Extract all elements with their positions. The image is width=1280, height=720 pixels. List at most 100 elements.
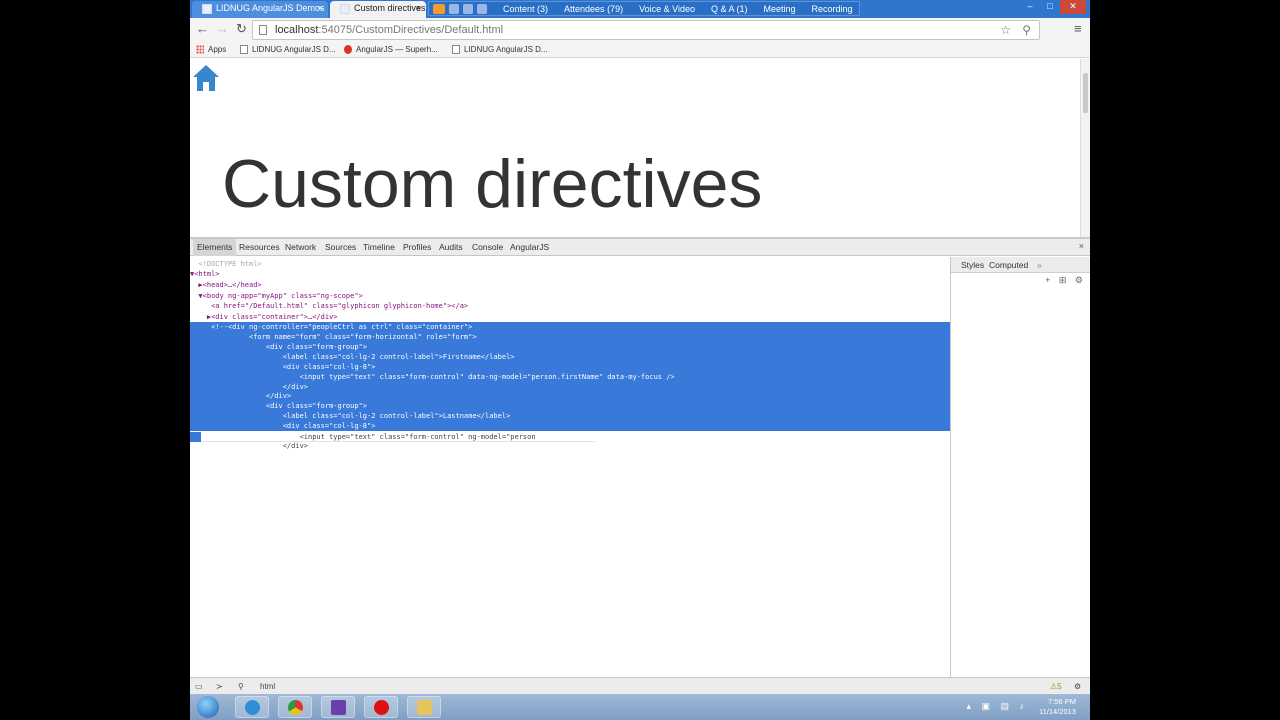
taskbar-chrome[interactable]: [278, 696, 312, 718]
dom-comment-line[interactable]: <label class="col-lg-2 control-label">Fi…: [190, 352, 950, 362]
bookmark-label: LIDNUG AngularJS D...: [464, 45, 548, 54]
taskbar-visual-studio[interactable]: [321, 696, 355, 718]
tab-resources[interactable]: Resources: [239, 242, 280, 252]
dom-comment-line[interactable]: <form name="form" class="form-horizontal…: [190, 332, 950, 342]
styles-toolbar-icons[interactable]: + ⊞ ⚙: [1045, 275, 1086, 286]
dom-node[interactable]: <!DOCTYPE html>: [190, 259, 950, 269]
bookmark-lidnug-1[interactable]: LIDNUG AngularJS D...: [240, 45, 336, 54]
bookmark-label: AngularJS — Superh...: [356, 45, 438, 54]
apps-icon: [196, 45, 204, 54]
system-tray-icons[interactable]: ▴ ▣ ▤ ♪: [966, 701, 1028, 712]
tab-angularjs[interactable]: AngularJS: [510, 242, 549, 252]
dom-node[interactable]: <a href="/Default.html" class="glyphicon…: [190, 301, 950, 311]
tab-profiles[interactable]: Profiles: [403, 242, 431, 252]
dom-comment-line[interactable]: <div class="col-lg-8">: [190, 421, 950, 431]
console-drawer-icon[interactable]: ≻: [216, 682, 223, 691]
dom-comment-line[interactable]: </div>: [190, 391, 950, 401]
elements-tree[interactable]: <!DOCTYPE html> ▼<html> ▶<head>…</head> …: [190, 257, 950, 677]
dom-comment-line[interactable]: <!--<div ng-controller="peopleCtrl as ct…: [190, 322, 950, 332]
close-window-button[interactable]: ✕: [1060, 0, 1086, 14]
styles-pane: Styles Computed » + ⊞ ⚙: [950, 257, 1090, 677]
devtools-panel: Elements Resources Network Sources Timel…: [190, 237, 1090, 696]
browser-window: LIDNUG AngularJS Demos × Custom directiv…: [190, 0, 1090, 720]
start-button[interactable]: [197, 696, 219, 718]
close-tab-icon[interactable]: ×: [416, 1, 421, 16]
search-icon[interactable]: ⚲: [238, 682, 244, 691]
dom-node[interactable]: ▼<body ng-app="myApp" class="ng-scope">: [190, 291, 950, 301]
dom-comment-line[interactable]: <label class="col-lg-2 control-label">La…: [190, 411, 950, 421]
taskbar-explorer[interactable]: [407, 696, 441, 718]
dom-comment-line[interactable]: <div class="form-group">: [190, 342, 950, 352]
back-button[interactable]: ←: [196, 21, 209, 36]
dock-icon[interactable]: ▭: [195, 682, 203, 691]
taskbar-ie[interactable]: [235, 696, 269, 718]
tab-custom-directives[interactable]: Custom directives ×: [330, 1, 426, 18]
clock[interactable]: 7:56 PM 11/14/2013: [1039, 697, 1076, 717]
reload-button[interactable]: ↻: [236, 21, 247, 37]
tab-styles[interactable]: Styles: [961, 260, 984, 270]
webinar-recording[interactable]: Recording: [812, 4, 853, 14]
bookmark-apps[interactable]: Apps: [196, 45, 226, 54]
webinar-qa[interactable]: Q & A (1): [711, 4, 748, 14]
scrollbar-thumb[interactable]: [1083, 73, 1088, 113]
chrome-icon: [288, 700, 303, 715]
dom-node[interactable]: ▶<head>…</head>: [190, 280, 950, 290]
devtools-close-icon[interactable]: ×: [1079, 241, 1084, 251]
tab-timeline[interactable]: Timeline: [363, 242, 395, 252]
bookmark-lidnug-2[interactable]: LIDNUG AngularJS D...: [452, 45, 548, 54]
close-tab-icon[interactable]: ×: [318, 1, 323, 16]
maximize-button[interactable]: □: [1040, 0, 1060, 14]
webinar-share-icon[interactable]: [477, 3, 487, 14]
webinar-meeting[interactable]: Meeting: [763, 4, 795, 14]
dom-node[interactable]: ▼<html>: [190, 269, 950, 279]
webinar-arrow-icon[interactable]: [449, 3, 459, 14]
clock-date: 11/14/2013: [1039, 707, 1076, 716]
folder-icon: [417, 700, 432, 715]
webinar-pause-icon[interactable]: [463, 3, 473, 14]
opera-icon: [374, 700, 389, 715]
breadcrumb-html[interactable]: html: [260, 682, 275, 691]
gear-icon[interactable]: ⚙: [1074, 682, 1081, 691]
tab-console[interactable]: Console: [472, 242, 503, 252]
dom-comment-line[interactable]: <div class="col-lg-8">: [190, 362, 950, 372]
tab-computed[interactable]: Computed: [989, 260, 1028, 270]
tab-elements[interactable]: Elements: [193, 239, 237, 256]
tab-lidnug-demos[interactable]: LIDNUG AngularJS Demos ×: [192, 1, 328, 18]
dom-comment-line[interactable]: <div class="form-group">: [190, 401, 950, 411]
webinar-content[interactable]: Content (3): [503, 4, 548, 14]
menu-button[interactable]: ≡: [1074, 21, 1082, 36]
star-icon[interactable]: ☆: [1000, 21, 1011, 39]
bookmark-label: LIDNUG AngularJS D...: [252, 45, 336, 54]
forward-button[interactable]: →: [216, 21, 229, 36]
page-icon: [259, 25, 267, 35]
webinar-attendees[interactable]: Attendees (79): [564, 4, 623, 14]
webinar-toolbar: Content (3) Attendees (79) Voice & Video…: [428, 1, 860, 16]
dom-edit-line[interactable]: </div>: [190, 441, 950, 451]
tab-network[interactable]: Network: [285, 242, 316, 252]
taskbar-opera[interactable]: [364, 696, 398, 718]
visual-studio-icon: [331, 700, 346, 715]
warnings-badge[interactable]: ⚠5: [1050, 682, 1062, 691]
tab-sources[interactable]: Sources: [325, 242, 356, 252]
webinar-app-icon[interactable]: [433, 3, 445, 14]
tab-audits[interactable]: Audits: [439, 242, 463, 252]
home-icon[interactable]: [192, 63, 220, 93]
more-tabs-icon[interactable]: »: [1037, 260, 1042, 270]
dom-node[interactable]: ▶<div class="container">…</div>: [190, 312, 950, 322]
url-path: :54075/CustomDirectives/Default.html: [318, 24, 504, 36]
dom-comment-line[interactable]: <input type="text" class="form-control" …: [190, 372, 950, 382]
page-scrollbar[interactable]: [1080, 59, 1090, 237]
styles-tabs: Styles Computed »: [951, 257, 1090, 273]
page-icon: [340, 4, 350, 14]
search-icon[interactable]: ⚲: [1022, 21, 1031, 39]
page-icon: [452, 45, 460, 54]
minimize-button[interactable]: –: [1020, 0, 1040, 14]
webinar-voice-video[interactable]: Voice & Video: [639, 4, 695, 14]
address-bar[interactable]: localhost:54075/CustomDirectives/Default…: [252, 20, 1040, 40]
ie-icon: [245, 700, 260, 715]
page-icon: [202, 4, 212, 14]
bookmark-label: Apps: [208, 45, 227, 54]
url-host: localhost: [275, 24, 319, 36]
bookmark-angularjs[interactable]: AngularJS — Superh...: [344, 45, 438, 54]
page-icon: [240, 45, 248, 54]
